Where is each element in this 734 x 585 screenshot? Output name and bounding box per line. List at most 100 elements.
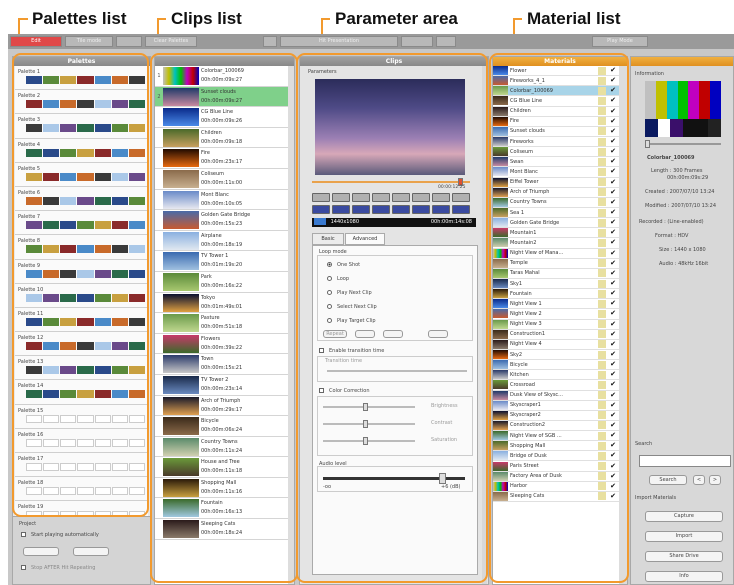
- timeline-slider[interactable]: [312, 178, 470, 186]
- transition-slider[interactable]: [327, 370, 467, 372]
- check-icon[interactable]: ✔: [607, 249, 619, 258]
- cc-slider[interactable]: [323, 420, 415, 428]
- material-item[interactable]: Night View 1 ✔: [493, 299, 619, 310]
- param-scrollbar[interactable]: [482, 66, 487, 584]
- material-item[interactable]: Night View of SGB ... ✔: [493, 431, 619, 442]
- check-icon[interactable]: ✔: [607, 238, 619, 247]
- cc-knob[interactable]: [363, 403, 368, 411]
- check-icon[interactable]: ✔: [607, 167, 619, 176]
- transport-button[interactable]: [432, 193, 450, 202]
- palette-item[interactable]: Palette 3: [15, 114, 148, 139]
- palette-item[interactable]: Palette 17: [15, 453, 148, 478]
- edit-button[interactable]: Edit: [10, 36, 62, 47]
- start-auto-checkbox[interactable]: Start playing automatically: [21, 532, 99, 538]
- material-item[interactable]: Night View of Mana... ✔: [493, 248, 619, 259]
- material-item[interactable]: Bridge of Dusk ✔: [493, 451, 619, 462]
- transport-button[interactable]: [372, 193, 390, 202]
- clip-item[interactable]: Mont Blanc 00h:00m:10s:05: [155, 189, 288, 211]
- palette-item[interactable]: Palette 16: [15, 428, 148, 453]
- material-item[interactable]: Construction1 ✔: [493, 329, 619, 340]
- toolbar-button[interactable]: [263, 36, 277, 47]
- import-button[interactable]: Import: [645, 531, 723, 542]
- material-item[interactable]: Bicycle ✔: [493, 360, 619, 371]
- material-item[interactable]: Dusk View of Skysc... ✔: [493, 390, 619, 401]
- check-icon[interactable]: ✔: [607, 370, 619, 379]
- material-item[interactable]: Construction2 ✔: [493, 420, 619, 432]
- material-item[interactable]: Fireworks_4_1 ✔: [493, 76, 619, 87]
- material-item[interactable]: Kitchen ✔: [493, 370, 619, 381]
- palette-item[interactable]: Palette 1: [15, 66, 148, 91]
- check-icon[interactable]: ✔: [607, 218, 619, 227]
- material-item[interactable]: Flower ✔: [493, 66, 619, 77]
- palette-item[interactable]: Palette 7: [15, 211, 148, 236]
- check-icon[interactable]: ✔: [607, 441, 619, 450]
- transport-button[interactable]: [432, 205, 450, 214]
- check-icon[interactable]: ✔: [607, 340, 619, 349]
- clip-item[interactable]: Airplane 00h:00m:18s:19: [155, 230, 288, 252]
- clip-item[interactable]: Park 00h:00m:16s:22: [155, 271, 288, 293]
- clip-item[interactable]: Flowers 00h:00m:39s:22: [155, 333, 288, 355]
- check-icon[interactable]: ✔: [607, 330, 619, 339]
- check-icon[interactable]: ✔: [607, 492, 619, 501]
- transition-checkbox[interactable]: Enable transition time: [319, 348, 384, 354]
- material-item[interactable]: Colorbar_100069 ✔: [493, 86, 619, 97]
- tab-advanced[interactable]: Advanced: [345, 233, 385, 245]
- material-item[interactable]: Night View 4 ✔: [493, 339, 619, 350]
- palette-item[interactable]: Palette 5: [15, 162, 148, 187]
- search-input[interactable]: [639, 455, 731, 467]
- palette-item[interactable]: Palette 2: [15, 90, 148, 115]
- check-icon[interactable]: ✔: [607, 127, 619, 136]
- check-icon[interactable]: ✔: [607, 157, 619, 166]
- palette-item[interactable]: Palette 8: [15, 235, 148, 260]
- check-icon[interactable]: ✔: [607, 462, 619, 471]
- check-icon[interactable]: ✔: [607, 451, 619, 460]
- material-item[interactable]: Mountain2 ✔: [493, 238, 619, 249]
- check-icon[interactable]: ✔: [607, 66, 619, 75]
- material-item[interactable]: Sky1 ✔: [493, 278, 619, 290]
- material-item[interactable]: Skyscraper2 ✔: [493, 410, 619, 421]
- option-button[interactable]: [355, 330, 375, 338]
- palette-item[interactable]: Palette 14: [15, 380, 148, 405]
- clip-item[interactable]: Shopping Mall 00h:00m:11s:16: [155, 477, 288, 499]
- material-item[interactable]: Sunset clouds ✔: [493, 126, 619, 137]
- clip-item[interactable]: 1 Colorbar_100069 00h:00m:09s:27: [155, 66, 288, 87]
- material-item[interactable]: Mountain1 ✔: [493, 228, 619, 239]
- check-icon[interactable]: ✔: [607, 350, 619, 359]
- material-item[interactable]: Swan ✔: [493, 157, 619, 168]
- material-item[interactable]: Coliseum ✔: [493, 147, 619, 158]
- transport-button[interactable]: [332, 205, 350, 214]
- loop-option-0[interactable]: One Shot: [327, 262, 360, 268]
- search-button[interactable]: Search: [649, 475, 687, 485]
- search-prev-button[interactable]: <: [693, 475, 705, 485]
- clip-item[interactable]: Fire 00h:00m:23s:17: [155, 148, 288, 169]
- clip-item[interactable]: Children 00h:00m:09s:18: [155, 127, 288, 149]
- clip-item[interactable]: Golden Gate Bridge 00h:00m:15s:23: [155, 210, 288, 231]
- check-icon[interactable]: ✔: [607, 320, 619, 329]
- clip-item[interactable]: Tokyo 00h:01m:49s:01: [155, 292, 288, 314]
- clip-item[interactable]: CG Blue Line 00h:00m:09s:26: [155, 107, 288, 128]
- material-item[interactable]: Eiffel Tower ✔: [493, 177, 619, 188]
- palette-item[interactable]: Palette 18: [15, 477, 148, 502]
- check-icon[interactable]: ✔: [607, 208, 619, 217]
- repeat-checkbox[interactable]: Stop AFTER Hit Repeating: [21, 565, 95, 571]
- audio-knob[interactable]: [439, 473, 446, 484]
- material-scrollbar[interactable]: [619, 66, 627, 584]
- material-item[interactable]: Night View 2 ✔: [493, 309, 619, 320]
- palette-item[interactable]: Palette 12: [15, 332, 148, 357]
- check-icon[interactable]: ✔: [607, 401, 619, 410]
- toolbar-button[interactable]: [116, 36, 142, 47]
- transport-button[interactable]: [452, 205, 470, 214]
- capture-button[interactable]: Capture: [645, 511, 723, 522]
- tab-basic[interactable]: Basic: [312, 233, 344, 245]
- clip-item[interactable]: Fountain 00h:00m:16s:13: [155, 498, 288, 520]
- check-icon[interactable]: ✔: [607, 421, 619, 430]
- palette-item[interactable]: Palette 11: [15, 307, 148, 333]
- clip-item[interactable]: Town 00h:00m:15s:21: [155, 354, 288, 375]
- cc-slider[interactable]: [323, 403, 415, 411]
- palette-item[interactable]: Palette 13: [15, 356, 148, 381]
- check-icon[interactable]: ✔: [607, 178, 619, 187]
- material-item[interactable]: Harbor ✔: [493, 481, 619, 492]
- cc-slider[interactable]: [323, 437, 415, 445]
- material-item[interactable]: Sleeping Cats ✔: [493, 491, 619, 503]
- check-icon[interactable]: ✔: [607, 391, 619, 400]
